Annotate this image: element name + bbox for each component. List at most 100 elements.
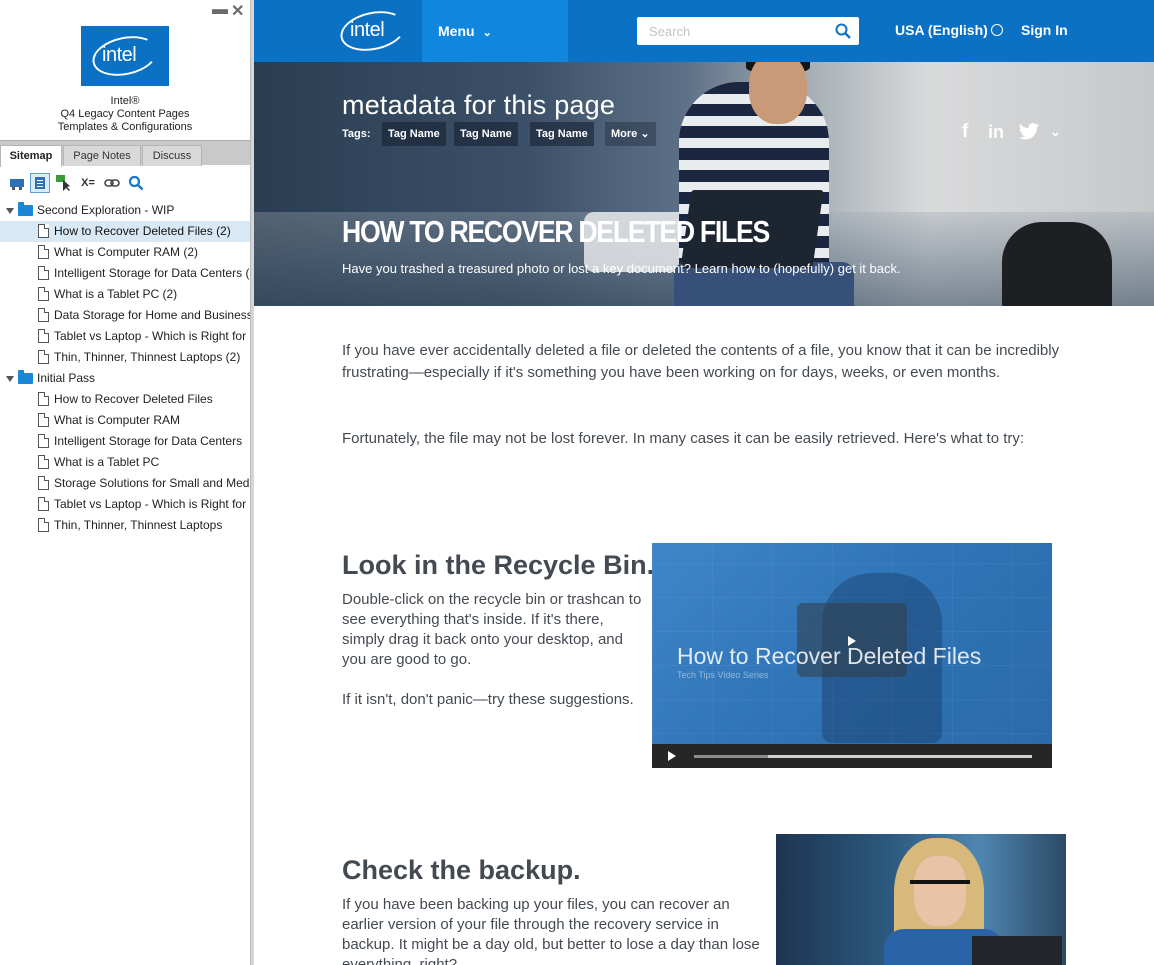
tree-label: Tablet vs Laptop - Which is Right for xyxy=(54,329,247,343)
page-icon xyxy=(38,476,49,490)
tree-label: What is Computer RAM xyxy=(54,413,181,427)
tree-label: What is Computer RAM (2) xyxy=(54,245,199,259)
tag-chip[interactable]: Tag Name xyxy=(454,122,518,146)
hero-photo-head xyxy=(749,62,807,124)
tree-page[interactable]: Tablet vs Laptop - Which is Right for xyxy=(0,494,250,515)
tree-label: Second Exploration - WIP xyxy=(37,203,175,217)
caret-down-icon[interactable] xyxy=(6,376,14,382)
tag-chip[interactable]: Tag Name xyxy=(382,122,446,146)
project-logo: intel xyxy=(81,26,169,86)
search-input[interactable] xyxy=(637,17,827,45)
page-icon xyxy=(38,287,49,301)
tree-page[interactable]: Storage Solutions for Small and Med xyxy=(0,473,250,494)
search-icon[interactable] xyxy=(835,23,851,39)
intel-logo-icon[interactable]: intel xyxy=(336,5,410,57)
search-box[interactable] xyxy=(637,17,859,45)
tree-folder[interactable]: Second Exploration - WIP xyxy=(0,200,250,221)
page-icon xyxy=(38,245,49,259)
photo-glasses xyxy=(910,880,970,892)
logo-text: intel xyxy=(350,19,385,41)
page-icon xyxy=(38,329,49,343)
section-heading: Check the backup. xyxy=(342,855,581,885)
globe-icon xyxy=(990,24,1003,36)
page-icon xyxy=(38,497,49,511)
photo-monitor xyxy=(972,936,1062,965)
section-paragraph: Double-click on the recycle bin or trash… xyxy=(342,591,642,668)
tree-page[interactable]: What is a Tablet PC (2) xyxy=(0,284,250,305)
pointer-icon[interactable] xyxy=(54,173,74,193)
tree-page[interactable]: Tablet vs Laptop - Which is Right for xyxy=(0,326,250,347)
tree-folder[interactable]: Initial Pass xyxy=(0,368,250,389)
page-icon xyxy=(38,518,49,532)
project-name: Intel® Q4 Legacy Content Pages Templates… xyxy=(57,95,193,133)
page-subtitle: Have you trashed a treasured photo or lo… xyxy=(342,261,901,276)
page-icon xyxy=(38,455,49,469)
close-icon[interactable]: ✕ xyxy=(231,4,244,20)
tree-page[interactable]: Thin, Thinner, Thinnest Laptops xyxy=(0,515,250,536)
tree-page-selected[interactable]: How to Recover Deleted Files (2) xyxy=(0,221,250,242)
tree-label: Thin, Thinner, Thinnest Laptops (2) xyxy=(54,350,241,364)
chevron-down-icon[interactable]: ⌄ xyxy=(1050,120,1061,144)
tree-page[interactable]: Data Storage for Home and Business xyxy=(0,305,250,326)
caret-down-icon[interactable] xyxy=(6,208,14,214)
top-navigation: intel Menu ⌄ USA (English) Sign In xyxy=(254,0,1154,68)
section-paragraph: If it isn't, don't panic—try these sugge… xyxy=(342,691,634,708)
map-icon[interactable] xyxy=(7,173,27,193)
more-label: More xyxy=(611,128,638,140)
tree-page[interactable]: What is Computer RAM xyxy=(0,410,250,431)
tag-chip[interactable]: Tag Name xyxy=(530,122,594,146)
tab-sitemap[interactable]: Sitemap xyxy=(0,145,62,167)
tree-label: Thin, Thinner, Thinnest Laptops xyxy=(54,518,223,532)
tree-page[interactable]: What is a Tablet PC xyxy=(0,452,250,473)
region-label: USA (English) xyxy=(895,22,988,38)
play-icon[interactable] xyxy=(668,751,676,761)
tab-discuss[interactable]: Discuss xyxy=(142,145,202,166)
sitemap-toolbar: X= xyxy=(0,170,250,196)
sign-in-link[interactable]: Sign In xyxy=(1021,22,1068,38)
tree-page[interactable]: What is Computer RAM (2) xyxy=(0,242,250,263)
search-icon[interactable] xyxy=(126,173,146,193)
video-buffer-bar xyxy=(694,755,769,758)
twitter-icon[interactable] xyxy=(1018,122,1040,142)
page-icon xyxy=(38,308,49,322)
folder-icon xyxy=(18,370,33,384)
link-icon[interactable] xyxy=(102,173,122,193)
menu-label: Menu xyxy=(438,23,475,39)
page-icon xyxy=(38,224,49,238)
tree-page[interactable]: How to Recover Deleted Files xyxy=(0,389,250,410)
hero-banner: metadata for this page Tags: Tag Name Ta… xyxy=(254,62,1154,306)
video-progress-track[interactable] xyxy=(694,755,1032,758)
section-paragraph: If you have been backing up your files, … xyxy=(342,896,760,965)
logo-text: intel xyxy=(102,44,137,66)
page-icon xyxy=(38,392,49,406)
page-icon xyxy=(38,413,49,427)
page-title: HOW TO RECOVER DELETED FILES xyxy=(342,214,770,249)
tree-page[interactable]: Intelligent Storage for Data Centers ( xyxy=(0,263,250,284)
menu-button[interactable]: Menu ⌄ xyxy=(422,0,568,68)
tree-label: What is a Tablet PC (2) xyxy=(54,287,178,301)
region-selector[interactable]: USA (English) xyxy=(895,22,1003,38)
minimize-icon[interactable]: ▬ xyxy=(212,2,228,18)
variables-icon[interactable]: X= xyxy=(78,173,98,193)
tab-page-notes[interactable]: Page Notes xyxy=(63,145,141,166)
tree-label: Tablet vs Laptop - Which is Right for xyxy=(54,497,247,511)
sitemap-panel: ▬ ✕ intel Intel® Q4 Legacy Content Pages… xyxy=(0,0,250,965)
hero-photo-bag xyxy=(1002,222,1112,306)
more-tags-button[interactable]: More ⌄ xyxy=(605,122,656,146)
video-player[interactable]: How to Recover Deleted Files Tech Tips V… xyxy=(652,543,1052,768)
intro-paragraph: Fortunately, the file may not be lost fo… xyxy=(342,430,1025,447)
video-subtitle: Tech Tips Video Series xyxy=(677,670,769,680)
page-list-icon[interactable] xyxy=(30,173,50,193)
intro-paragraph: If you have ever accidentally deleted a … xyxy=(342,342,1060,381)
page-icon xyxy=(38,266,49,280)
tree-label: How to Recover Deleted Files (2) xyxy=(54,224,231,238)
linkedin-icon[interactable]: in xyxy=(988,120,1004,144)
tree-page[interactable]: Thin, Thinner, Thinnest Laptops (2) xyxy=(0,347,250,368)
tree-label: Initial Pass xyxy=(37,371,96,385)
facebook-icon[interactable]: f xyxy=(962,120,968,144)
tree-page[interactable]: Intelligent Storage for Data Centers xyxy=(0,431,250,452)
video-controls xyxy=(652,744,1052,768)
tree-label: What is a Tablet PC xyxy=(54,455,160,469)
tree-label: Data Storage for Home and Business xyxy=(54,308,250,322)
tags-label: Tags: xyxy=(342,128,371,140)
